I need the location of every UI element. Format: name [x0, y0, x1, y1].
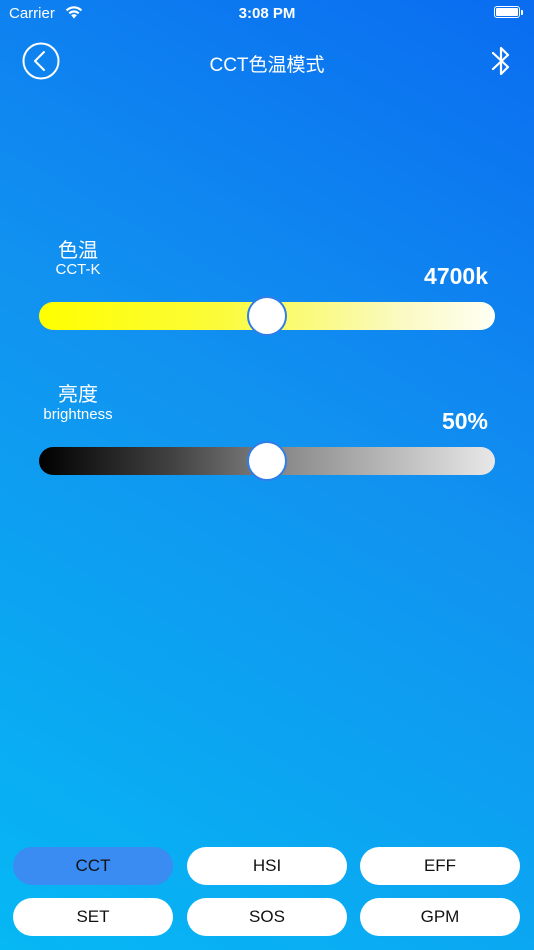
- mode-button-cct[interactable]: CCT: [13, 847, 173, 885]
- mode-button-sos[interactable]: SOS: [187, 898, 347, 936]
- cct-label: 色温: [58, 240, 98, 262]
- brightness-slider-thumb[interactable]: [247, 441, 287, 481]
- mode-button-set[interactable]: SET: [13, 898, 173, 936]
- bluetooth-icon[interactable]: [489, 42, 513, 80]
- brightness-value: 50%: [441, 408, 488, 434]
- page-title: CCT色温模式: [209, 55, 325, 76]
- mode-button-eff[interactable]: EFF: [360, 847, 520, 885]
- mode-button-gpm[interactable]: GPM: [360, 898, 520, 936]
- battery-icon: [494, 6, 520, 18]
- mode-button-hsi[interactable]: HSI: [187, 847, 347, 885]
- cct-sublabel: CCT-K: [55, 261, 101, 278]
- cct-value: 4700k: [424, 263, 488, 289]
- brightness-sublabel: brightness: [43, 406, 113, 423]
- status-bar: Carrier 3:08 PM: [0, 0, 534, 28]
- battery-cap: [521, 10, 523, 15]
- brightness-label: 亮度: [58, 384, 98, 406]
- cct-slider-track[interactable]: [39, 296, 495, 336]
- status-time: 3:08 PM: [238, 5, 296, 22]
- brightness-slider-track[interactable]: [39, 441, 495, 481]
- cct-slider-thumb[interactable]: [247, 296, 287, 336]
